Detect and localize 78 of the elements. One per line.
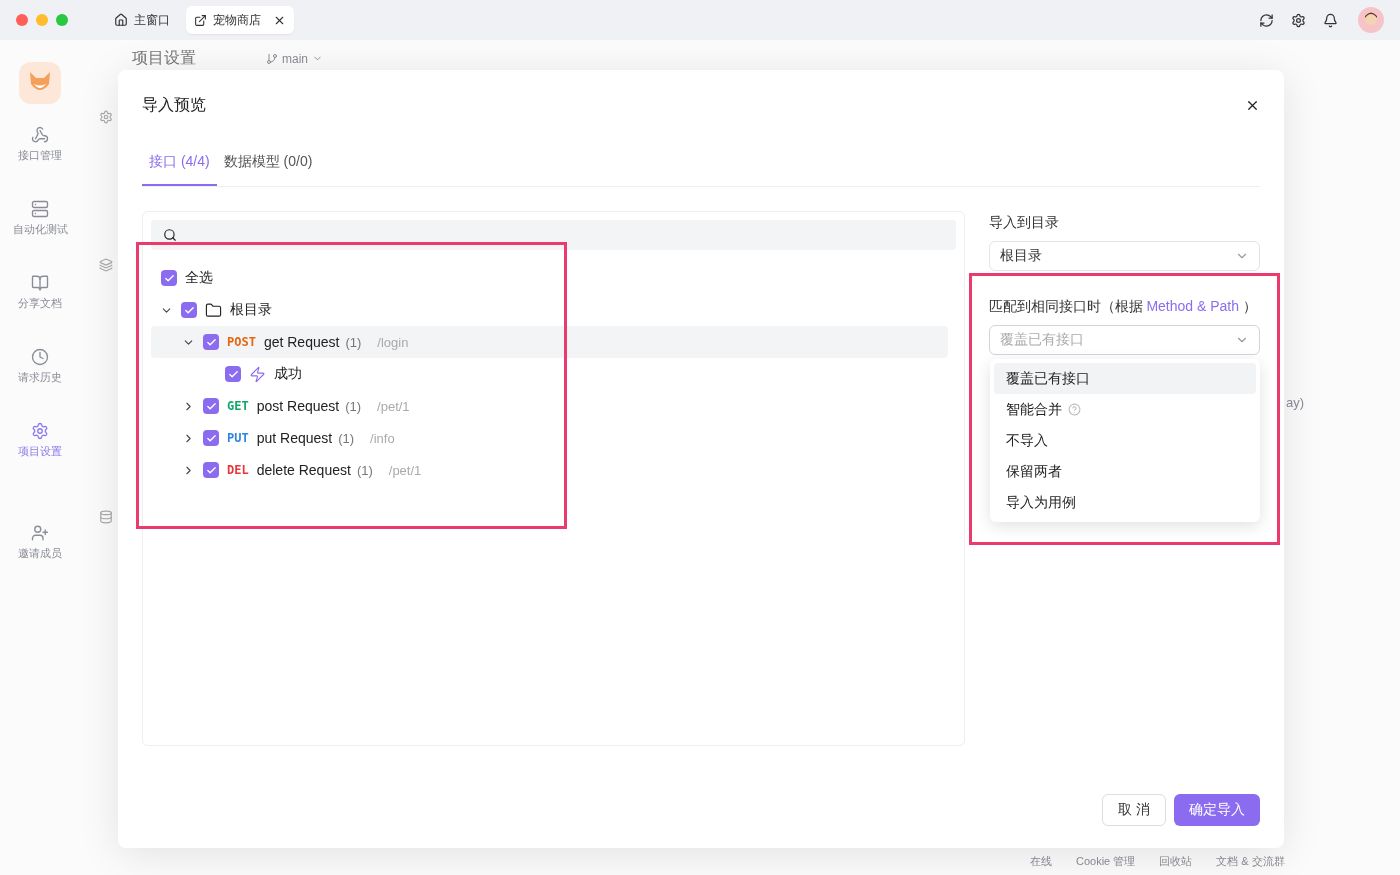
settings-icon [31, 422, 49, 440]
case-count: (1) [338, 430, 355, 446]
page-title: 项目设置 [132, 48, 196, 68]
checkbox[interactable] [225, 366, 241, 382]
search-icon [163, 228, 177, 242]
avatar[interactable] [1358, 7, 1384, 33]
endpoint-name: post Request [256, 398, 340, 414]
check-icon [183, 304, 195, 316]
menu-option[interactable]: 智能合并 [993, 394, 1256, 425]
sidebar-item[interactable]: 项目设置 [18, 422, 62, 496]
layers-icon[interactable] [99, 258, 113, 272]
endpoint-path: /pet/1 [377, 398, 410, 414]
checkbox[interactable] [203, 462, 219, 478]
endpoint-path: /info [370, 430, 395, 446]
tree-row[interactable]: GET post Request (1) /pet/1 [151, 390, 948, 422]
tree-row[interactable]: 根目录 [151, 294, 948, 326]
folder-label: 根目录 [230, 301, 272, 319]
case-label: 成功 [274, 365, 302, 383]
tree-row[interactable]: 成功 [151, 358, 948, 390]
tab-label: 宠物商店 [213, 11, 261, 29]
tab-label: 主窗口 [134, 11, 170, 29]
tree-row[interactable]: PUT put Request (1) /info [151, 422, 948, 454]
zoom-window-button[interactable] [56, 14, 68, 26]
checkbox[interactable] [203, 430, 219, 446]
case-count: (1) [345, 398, 362, 414]
case-count: (1) [356, 462, 373, 478]
tree-row[interactable]: 全选 [151, 262, 948, 294]
window-tab[interactable]: 宠物商店 [186, 6, 294, 34]
check-icon [205, 464, 217, 476]
endpoint-name: get Request [263, 334, 340, 350]
check-icon [205, 432, 217, 444]
case-count: (1) [345, 334, 362, 350]
logo-icon [19, 62, 61, 104]
cancel-button[interactable]: 取 消 [1102, 794, 1166, 826]
check-icon [227, 368, 239, 380]
check-icon [205, 400, 217, 412]
endpoint-name: put Request [256, 430, 333, 446]
field-label: 匹配到相同接口时（根据 Method & Path ） [988, 297, 1258, 316]
directory-select[interactable]: 根目录 [988, 241, 1260, 271]
method-label: DEL [227, 463, 249, 477]
tab[interactable]: 数据模型 (0/0) [216, 140, 320, 186]
method-label: GET [227, 399, 249, 413]
external-link-icon [194, 13, 207, 27]
folder-icon [205, 301, 222, 319]
endpoint-name: delete Request [256, 462, 351, 478]
clock-icon [31, 348, 49, 366]
server-icon [31, 200, 49, 218]
menu-option[interactable]: 覆盖已有接口 [993, 363, 1256, 394]
endpoint-path: /login [377, 334, 409, 350]
tree-row[interactable]: DEL delete Request (1) /pet/1 [151, 454, 948, 486]
search-field[interactable] [151, 220, 956, 250]
dialog-title: 导入预览 [142, 94, 206, 115]
menu-option[interactable]: 导入为用例 [993, 487, 1256, 518]
checkbox[interactable] [161, 270, 177, 286]
home-icon [114, 13, 128, 27]
close-window-button[interactable] [16, 14, 28, 26]
branch-icon [266, 52, 278, 65]
database-icon[interactable] [99, 510, 113, 524]
row-text: ay) [1286, 395, 1305, 410]
method-label: PUT [227, 431, 249, 445]
tree-row[interactable]: POST get Request (1) /login [151, 326, 948, 358]
endpoint-path: /pet/1 [388, 462, 422, 478]
check-icon [205, 336, 217, 348]
confirm-button[interactable]: 确定导入 [1174, 794, 1260, 826]
checkbox[interactable] [203, 334, 219, 350]
menu-option[interactable]: 不导入 [993, 425, 1256, 456]
check-icon [163, 272, 175, 284]
select-all-label: 全选 [185, 269, 213, 287]
field-label: 导入到目录 [988, 213, 1060, 232]
checkbox[interactable] [203, 398, 219, 414]
add-user-icon [31, 524, 49, 542]
bolt-icon [249, 365, 266, 383]
checkbox[interactable] [181, 302, 197, 318]
window-tab[interactable]: 主窗口 [106, 6, 178, 34]
method-label: POST [227, 335, 256, 349]
book-icon [31, 274, 49, 292]
menu-option[interactable]: 保留两者 [993, 456, 1256, 487]
tab[interactable]: 接口 (4/4) [142, 140, 217, 186]
